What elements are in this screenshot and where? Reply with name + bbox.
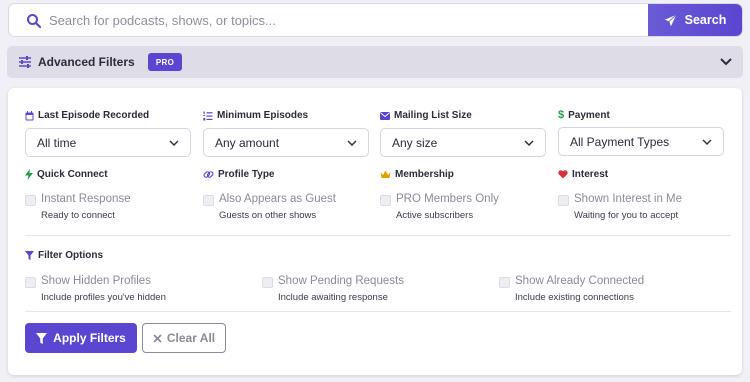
crown-icon bbox=[380, 170, 391, 178]
divider bbox=[25, 311, 731, 312]
option-description: Ready to connect bbox=[41, 210, 115, 221]
numbered-list-icon bbox=[203, 111, 213, 120]
option-description: Include existing connections bbox=[515, 292, 634, 303]
show-hidden-profiles-checkbox[interactable] bbox=[25, 277, 36, 288]
filters-panel: Last Episode Recorded Minimum Episodes M… bbox=[8, 88, 742, 375]
option-description: Include profiles you've hidden bbox=[41, 292, 166, 303]
last-episode-label: Last Episode Recorded bbox=[25, 110, 149, 121]
option-description: Active subscribers bbox=[396, 210, 474, 221]
calendar-icon bbox=[25, 110, 34, 120]
clear-all-button[interactable]: Clear All bbox=[142, 323, 226, 353]
mailing-list-select[interactable]: Any size bbox=[380, 128, 546, 157]
instant-response-checkbox[interactable] bbox=[25, 195, 36, 206]
membership-label: Membership bbox=[380, 169, 454, 180]
sliders-icon bbox=[19, 56, 31, 68]
payment-label: $ Payment bbox=[558, 109, 610, 121]
dollar-icon: $ bbox=[558, 109, 565, 121]
funnel-icon bbox=[25, 251, 34, 260]
quick-connect-label: Quick Connect bbox=[25, 169, 108, 180]
search-bar: Search bbox=[8, 3, 743, 37]
funnel-icon bbox=[36, 332, 48, 344]
chevron-down-icon bbox=[169, 140, 179, 146]
chevron-down-icon bbox=[702, 139, 712, 145]
envelope-icon bbox=[380, 111, 390, 120]
option-title: PRO Members Only bbox=[396, 193, 499, 205]
option-description: Include awaiting response bbox=[278, 292, 388, 303]
guest-profile-checkbox[interactable] bbox=[203, 195, 214, 206]
option-title: Also Appears as Guest bbox=[219, 193, 336, 205]
close-icon bbox=[153, 333, 162, 343]
last-episode-select[interactable]: All time bbox=[25, 128, 191, 157]
send-icon bbox=[664, 13, 677, 26]
interest-label: Interest bbox=[558, 169, 608, 180]
show-already-connected-checkbox[interactable] bbox=[499, 277, 510, 288]
search-button-label: Search bbox=[684, 13, 727, 27]
option-title: Show Hidden Profiles bbox=[41, 275, 151, 287]
option-title: Instant Response bbox=[41, 193, 131, 205]
search-button[interactable]: Search bbox=[648, 4, 742, 36]
heart-icon bbox=[558, 170, 568, 179]
profile-type-label: Profile Type bbox=[203, 169, 275, 180]
minimum-episodes-label: Minimum Episodes bbox=[203, 110, 308, 121]
pro-badge: PRO bbox=[148, 53, 182, 71]
advanced-filters-title: Advanced Filters bbox=[38, 55, 135, 69]
payment-select[interactable]: All Payment Types bbox=[558, 127, 724, 156]
search-input[interactable] bbox=[49, 4, 649, 36]
chevron-down-icon bbox=[524, 140, 534, 146]
advanced-filters-toggle[interactable]: Advanced Filters PRO bbox=[7, 46, 743, 78]
option-title: Show Already Connected bbox=[515, 275, 645, 287]
apply-filters-button[interactable]: Apply Filters bbox=[25, 323, 137, 353]
show-pending-requests-checkbox[interactable] bbox=[262, 277, 273, 288]
link-icon bbox=[203, 171, 214, 178]
pro-members-checkbox[interactable] bbox=[380, 195, 391, 206]
chevron-down-icon[interactable] bbox=[720, 57, 732, 67]
chevron-down-icon bbox=[347, 140, 357, 146]
option-description: Guests on other shows bbox=[219, 210, 317, 221]
bolt-icon bbox=[25, 169, 33, 180]
option-title: Show Pending Requests bbox=[278, 275, 404, 287]
divider bbox=[25, 235, 731, 236]
shown-interest-checkbox[interactable] bbox=[558, 195, 569, 206]
option-description: Waiting for you to accept bbox=[574, 210, 679, 221]
filter-options-label: Filter Options bbox=[25, 250, 103, 261]
search-icon bbox=[27, 14, 42, 29]
option-title: Shown Interest in Me bbox=[574, 193, 683, 205]
mailing-list-label: Mailing List Size bbox=[380, 110, 472, 121]
minimum-episodes-select[interactable]: Any amount bbox=[203, 128, 369, 157]
